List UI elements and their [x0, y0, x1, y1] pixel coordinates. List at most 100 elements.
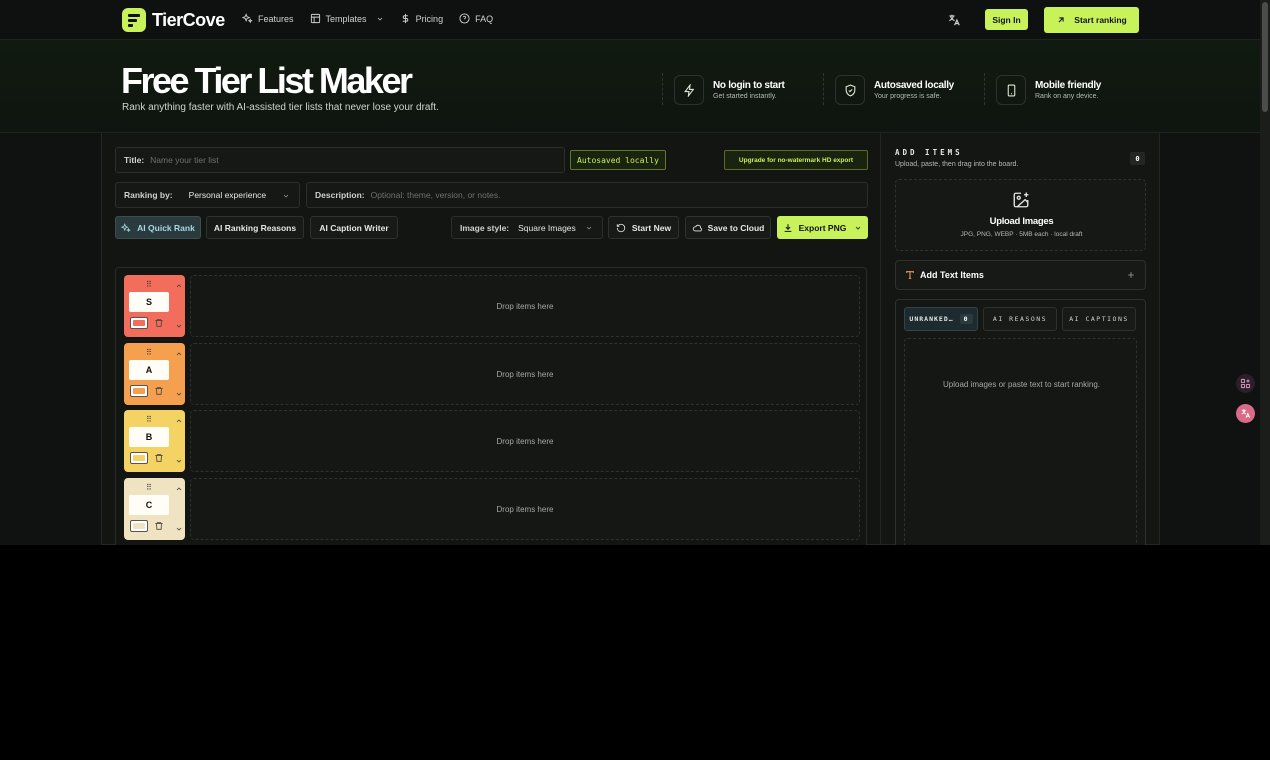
feature-title: Autosaved locally	[874, 80, 954, 91]
color-swatch	[133, 523, 145, 529]
trash-icon[interactable]	[154, 521, 164, 531]
tier-name-input[interactable]: B	[129, 427, 169, 447]
chevron-up-icon[interactable]	[175, 485, 183, 493]
floating-translate-button[interactable]	[1236, 404, 1255, 423]
ai-caption-writer-button[interactable]: AI Caption Writer	[310, 216, 398, 239]
sparkles-icon	[121, 222, 131, 232]
nav-templates[interactable]: Templates	[310, 13, 384, 24]
sparkles-icon	[242, 13, 253, 24]
drag-handle-icon[interactable]: ⠿	[146, 280, 152, 289]
trash-icon[interactable]	[154, 318, 164, 328]
sign-in-button[interactable]: Sign In	[985, 9, 1028, 30]
unranked-dropzone[interactable]: Upload images or paste text to start ran…	[904, 338, 1137, 545]
tier-move-controls	[173, 275, 185, 337]
upload-images-dropzone[interactable]: Upload Images JPG, PNG, WEBP · 5MB each …	[895, 179, 1146, 251]
page-subtitle: Rank anything faster with AI-assisted ti…	[122, 102, 439, 113]
add-text-items-button[interactable]: Add Text Items	[895, 260, 1146, 290]
color-swatch	[133, 320, 145, 326]
save-cloud-label: Save to Cloud	[707, 222, 765, 233]
shield-check-icon	[835, 75, 865, 105]
feature-desc: Get started instantly.	[713, 93, 777, 100]
image-plus-icon	[1013, 192, 1029, 208]
start-new-button[interactable]: Start New	[608, 216, 679, 239]
page-scrollbar[interactable]	[1260, 0, 1270, 545]
image-style-value: Square Images	[518, 222, 576, 233]
tier-dropzone-s[interactable]: Drop items here	[190, 275, 860, 337]
start-ranking-label: Start ranking	[1074, 15, 1127, 25]
cloud-icon	[692, 224, 702, 231]
template-icon	[310, 13, 320, 24]
tier-color-picker[interactable]	[130, 385, 148, 397]
page-title: Free Tier List Maker	[121, 60, 413, 101]
description-field[interactable]: Description: Optional: theme, version, o…	[306, 182, 868, 208]
title-input[interactable]: Name your tier list	[150, 155, 219, 165]
ai-ranking-reasons-button[interactable]: AI Ranking Reasons	[206, 216, 304, 239]
tier-label-s[interactable]: ⠿ S	[124, 275, 185, 337]
tab-ai-reasons[interactable]: AI REASONS	[983, 307, 1057, 331]
tab-unranked[interactable]: UNRANKED… 0	[904, 307, 978, 331]
start-ranking-button[interactable]: Start ranking	[1044, 7, 1139, 33]
type-icon	[906, 271, 914, 279]
tier-label-a[interactable]: ⠿ A	[124, 343, 185, 405]
tier-label-c[interactable]: ⠿ C	[124, 478, 185, 540]
tier-color-picker[interactable]	[130, 452, 148, 464]
chevron-up-icon[interactable]	[175, 282, 183, 290]
chevron-down-icon[interactable]	[175, 457, 183, 465]
browser-viewport: TierCove Features Templates Pricing FAQ …	[0, 0, 1260, 545]
tab-ai-captions[interactable]: AI CAPTIONS	[1062, 307, 1136, 331]
feature-title: No login to start	[713, 80, 785, 91]
description-input[interactable]: Optional: theme, version, or notes.	[371, 190, 501, 200]
empty-state-text: Upload images or paste text to start ran…	[943, 380, 1100, 389]
scrollbar-thumb[interactable]	[1262, 2, 1268, 112]
logo-mark-icon	[122, 8, 146, 32]
chevron-up-icon[interactable]	[175, 350, 183, 358]
floating-apps-button[interactable]	[1236, 374, 1255, 393]
chevron-down-icon[interactable]	[175, 390, 183, 398]
chevron-up-icon[interactable]	[175, 417, 183, 425]
divider	[984, 73, 985, 105]
upload-desc: JPG, PNG, WEBP · 5MB each · local draft	[960, 231, 1083, 238]
drag-handle-icon[interactable]: ⠿	[146, 348, 152, 357]
trash-icon[interactable]	[154, 453, 164, 463]
drag-handle-icon[interactable]: ⠿	[146, 483, 152, 492]
save-cloud-button[interactable]: Save to Cloud	[685, 216, 771, 239]
ranking-by-select[interactable]: Ranking by: Personal experience	[115, 182, 300, 208]
translate-icon[interactable]	[947, 13, 961, 27]
tier-color-picker[interactable]	[130, 520, 148, 532]
tab-unranked-count: 0	[959, 314, 973, 324]
color-swatch	[133, 388, 145, 394]
tier-name-input[interactable]: C	[129, 495, 169, 515]
autosaved-badge: Autosaved locally	[570, 150, 666, 170]
tier-dropzone-a[interactable]: Drop items here	[190, 343, 860, 405]
brand-logo[interactable]: TierCove	[122, 8, 225, 32]
tier-color-picker[interactable]	[130, 317, 148, 329]
feature-autosave: Autosaved locally Your progress is safe.	[835, 75, 954, 105]
chevron-down-icon[interactable]	[175, 525, 183, 533]
tier-dropzone-c[interactable]: Drop items here	[190, 478, 860, 540]
tier-name-input[interactable]: S	[129, 292, 169, 312]
divider	[662, 73, 663, 105]
chevron-down-icon	[283, 194, 289, 198]
tier-move-controls	[173, 478, 185, 540]
drag-handle-icon[interactable]: ⠿	[146, 415, 152, 424]
export-png-button[interactable]: Export PNG	[777, 216, 868, 239]
nav-features[interactable]: Features	[242, 13, 294, 24]
upgrade-button[interactable]: Upgrade for no-watermark HD export	[724, 150, 868, 170]
export-png-label: Export PNG	[798, 222, 847, 233]
nav-pricing[interactable]: Pricing	[400, 13, 443, 24]
tier-label-b[interactable]: ⠿ B	[124, 410, 185, 472]
nav-faq[interactable]: FAQ	[459, 13, 493, 24]
chevron-down-icon[interactable]	[175, 322, 183, 330]
nav-faq-label: FAQ	[475, 13, 494, 24]
chevron-down-icon	[377, 17, 382, 20]
brand-name: TierCove	[152, 9, 225, 30]
tier-name-input[interactable]: A	[129, 360, 169, 380]
chevron-down-icon	[586, 226, 592, 230]
image-style-select[interactable]: Image style: Square Images	[451, 216, 603, 239]
tier-dropzone-b[interactable]: Drop items here	[190, 410, 860, 472]
help-circle-icon	[459, 13, 470, 24]
title-field[interactable]: Title: Name your tier list	[115, 147, 565, 173]
trash-icon[interactable]	[154, 386, 164, 396]
arrow-up-right-icon	[1058, 17, 1064, 23]
ai-quick-rank-button[interactable]: AI Quick Rank	[115, 216, 201, 239]
